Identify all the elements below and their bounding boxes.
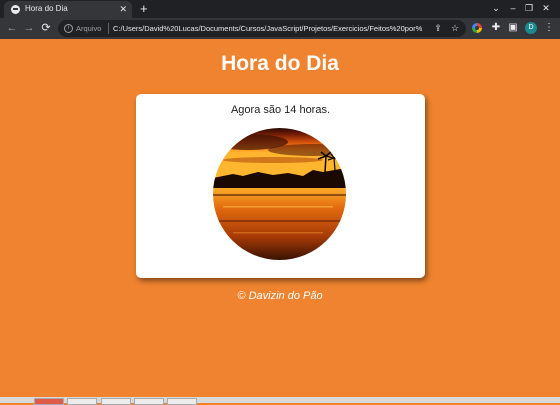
forward-icon[interactable]: → (22, 20, 36, 36)
puzzle-icon[interactable]: ✚ (489, 21, 503, 35)
menu-icon[interactable]: ⋮ (542, 21, 556, 35)
sidebar-icon[interactable]: ▣ (506, 21, 520, 35)
taskbar-app-icon[interactable] (34, 398, 64, 405)
url-text[interactable]: C:/Users/David%20Lucas/Documents/Cursos/… (113, 24, 423, 33)
chevron-down-icon[interactable]: ⌄ (488, 0, 504, 18)
close-window-icon[interactable]: ✕ (538, 0, 554, 18)
taskbar-app-icon[interactable] (101, 398, 131, 405)
extension-color-icon[interactable] (472, 23, 482, 33)
omnibox-divider (108, 23, 109, 34)
reload-icon[interactable]: ⟳ (39, 20, 53, 36)
taskbar-app-icon[interactable] (167, 398, 197, 405)
address-bar[interactable]: i Arquivo C:/Users/David%20Lucas/Documen… (58, 20, 466, 37)
tab-bar: Hora do Dia ✕ + ⌄ – ❐ ✕ (0, 0, 560, 18)
tab-title: Hora do Dia (25, 4, 68, 13)
new-tab-button[interactable]: + (140, 1, 148, 16)
file-scheme-label: Arquivo (76, 24, 102, 33)
page-title: Hora do Dia (221, 52, 339, 75)
sunset-image (213, 128, 346, 260)
time-message: Agora são 14 horas. (230, 104, 331, 116)
taskbar-app-icon[interactable] (67, 398, 97, 405)
back-icon[interactable]: ← (5, 20, 19, 36)
share-icon[interactable]: ⇪ (432, 22, 444, 35)
time-card: Agora são 14 horas. (136, 94, 425, 278)
taskbar-app-icon[interactable] (134, 398, 164, 405)
tab-hora-do-dia[interactable]: Hora do Dia ✕ (4, 1, 132, 18)
browser-toolbar: ← → ⟳ i Arquivo C:/Users/David%20Lucas/D… (0, 18, 560, 39)
restore-icon[interactable]: ❐ (521, 0, 537, 18)
footer-credit: © Davizin do Pão (237, 290, 323, 302)
profile-avatar[interactable]: D (525, 22, 537, 34)
info-icon[interactable]: i (64, 24, 73, 33)
minimize-icon[interactable]: – (505, 0, 521, 18)
taskbar (0, 397, 560, 405)
star-icon[interactable]: ☆ (449, 22, 461, 35)
close-tab-icon[interactable]: ✕ (119, 3, 127, 15)
globe-icon (11, 5, 20, 14)
